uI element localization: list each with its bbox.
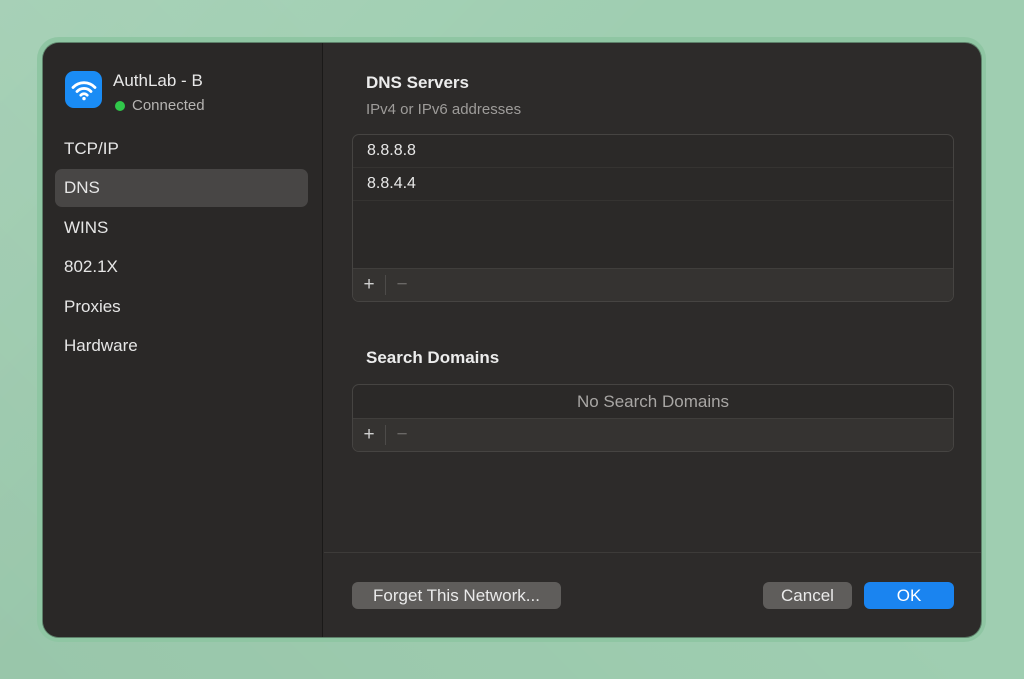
network-details-dialog: AuthLab - B Connected TCP/IP DNS WINS 80… xyxy=(43,43,981,637)
sidebar-item-label: Proxies xyxy=(64,296,121,316)
sidebar-item-wins[interactable]: WINS xyxy=(55,209,308,247)
connected-status-dot-icon xyxy=(115,100,125,111)
sidebar-item-dns[interactable]: DNS xyxy=(55,169,308,208)
wifi-icon xyxy=(65,71,102,108)
connection-status-label: Connected xyxy=(132,97,205,114)
sidebar: AuthLab - B Connected TCP/IP DNS WINS 80… xyxy=(43,43,323,637)
search-domains-list: No Search Domains + − xyxy=(352,384,954,452)
ok-button[interactable]: OK xyxy=(864,582,954,609)
network-header: AuthLab - B Connected xyxy=(65,71,205,114)
sidebar-item-proxies[interactable]: Proxies xyxy=(55,288,308,326)
search-domains-empty-text: No Search Domains xyxy=(576,392,730,411)
dns-server-row[interactable]: 8.8.8.8 xyxy=(353,135,953,168)
dns-servers-list: 8.8.8.8 8.8.4.4 + − xyxy=(352,134,954,302)
sidebar-item-label: 802.1X xyxy=(64,257,118,277)
remove-search-domain-button[interactable]: − xyxy=(386,419,418,451)
connection-status: Connected xyxy=(113,97,205,114)
sidebar-item-label: Hardware xyxy=(64,335,138,355)
sidebar-item-8021x[interactable]: 802.1X xyxy=(55,248,308,286)
network-meta: AuthLab - B Connected xyxy=(113,71,205,114)
sidebar-nav: TCP/IP DNS WINS 802.1X Proxies Hardware xyxy=(55,130,308,366)
add-dns-server-button[interactable]: + xyxy=(353,269,385,301)
dns-list-toolbar: + − xyxy=(353,268,953,301)
sidebar-item-label: DNS xyxy=(64,178,100,198)
sidebar-item-hardware[interactable]: Hardware xyxy=(55,327,308,365)
sidebar-item-label: WINS xyxy=(64,217,109,237)
search-domains-title: Search Domains xyxy=(366,348,500,367)
dns-server-row[interactable]: 8.8.4.4 xyxy=(353,168,953,201)
forget-network-button[interactable]: Forget This Network... xyxy=(352,582,561,609)
search-domains-toolbar: + − xyxy=(353,418,953,451)
dns-servers-title: DNS Servers xyxy=(366,73,470,92)
sidebar-item-tcpip[interactable]: TCP/IP xyxy=(55,130,308,168)
sidebar-item-label: TCP/IP xyxy=(64,139,119,158)
cancel-button[interactable]: Cancel xyxy=(763,582,852,609)
main-pane: DNS Servers IPv4 or IPv6 addresses 8.8.8… xyxy=(324,43,981,637)
add-search-domain-button[interactable]: + xyxy=(353,419,385,451)
footer-divider xyxy=(324,552,981,553)
remove-dns-server-button[interactable]: − xyxy=(386,269,418,301)
network-name: AuthLab - B xyxy=(113,71,203,90)
dns-servers-subtitle: IPv4 or IPv6 addresses xyxy=(366,101,522,118)
